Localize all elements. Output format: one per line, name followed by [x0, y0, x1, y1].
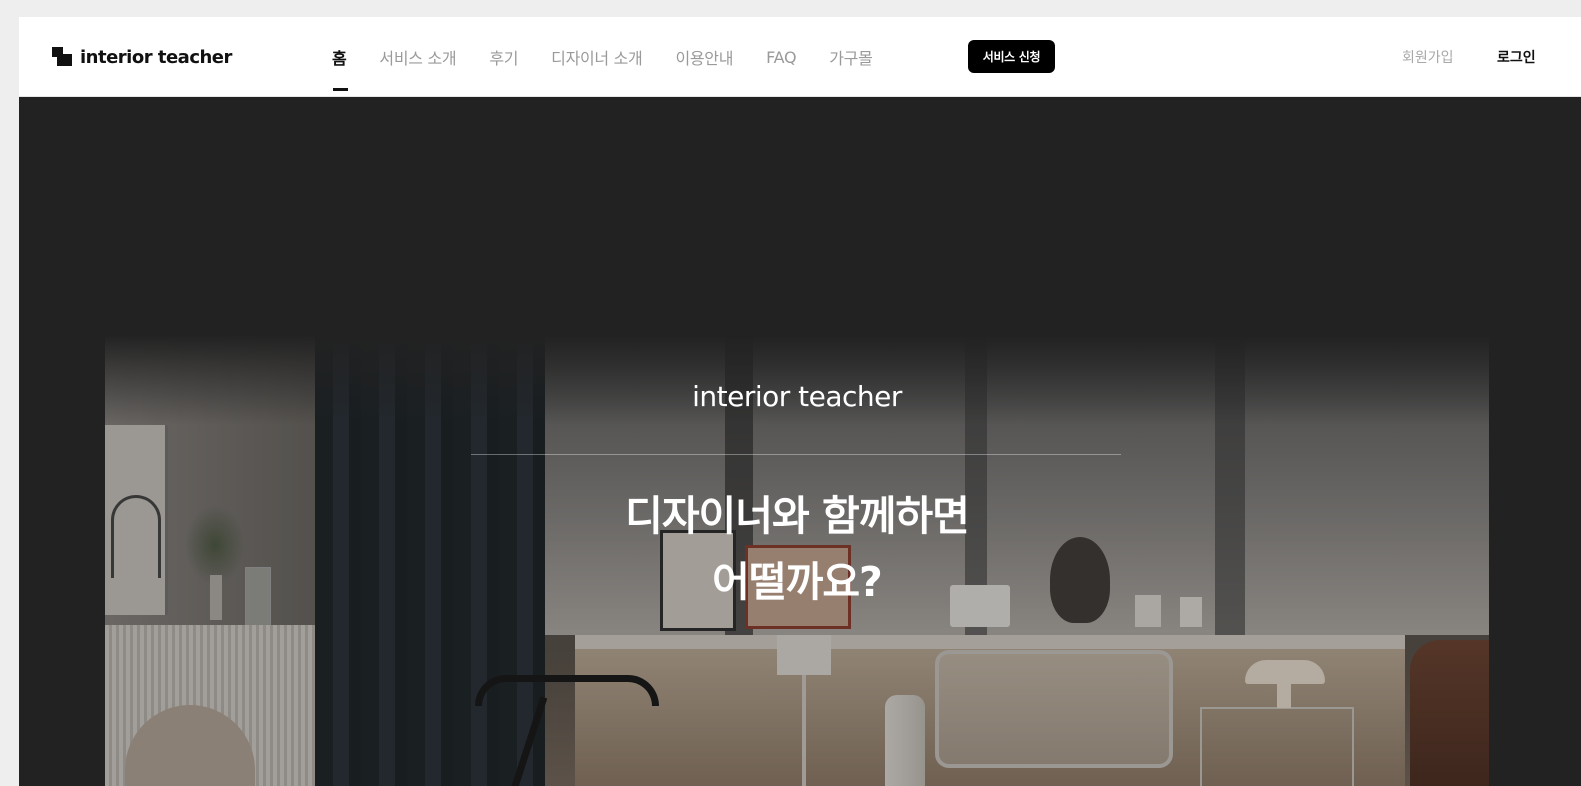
nav-item-furniture-mall[interactable]: 가구몰 [829, 45, 873, 69]
top-navigation: interior teacher 홈 서비스 소개 후기 디자이너 소개 이용안… [19, 17, 1581, 97]
nav-item-faq[interactable]: FAQ [766, 48, 796, 67]
hero-divider [471, 454, 1121, 455]
hero-brand: interior teacher [692, 380, 902, 413]
logo-text: interior teacher [80, 46, 232, 68]
hero-headline-line-1: 디자이너와 함께하면 [625, 492, 970, 540]
nav-item-guide[interactable]: 이용안내 [675, 45, 733, 69]
login-link[interactable]: 로그인 [1497, 47, 1536, 67]
nav-item-designers[interactable]: 디자이너 소개 [551, 45, 643, 69]
nav-item-service-intro[interactable]: 서비스 소개 [379, 45, 456, 69]
service-apply-button[interactable]: 서비스 신청 [968, 40, 1055, 73]
main-menu: 홈 서비스 소개 후기 디자이너 소개 이용안내 FAQ 가구몰 [332, 41, 906, 91]
hero-headline: 디자이너와 함께하면 어떨까요? [105, 483, 1489, 615]
hero-text-block: interior teacher 디자이너와 함께하면 어떨까요? [105, 335, 1489, 786]
logo-icon [52, 47, 72, 67]
hero-headline-line-2: 어떨까요? [712, 558, 883, 606]
nav-item-home[interactable]: 홈 [332, 45, 349, 91]
hero-banner: interior teacher 디자이너와 함께하면 어떨까요? [105, 335, 1489, 786]
signup-link[interactable]: 회원가입 [1402, 47, 1454, 67]
site-logo[interactable]: interior teacher [52, 44, 232, 70]
nav-item-reviews[interactable]: 후기 [489, 45, 518, 69]
browser-viewport: interior teacher 홈 서비스 소개 후기 디자이너 소개 이용안… [19, 17, 1581, 786]
